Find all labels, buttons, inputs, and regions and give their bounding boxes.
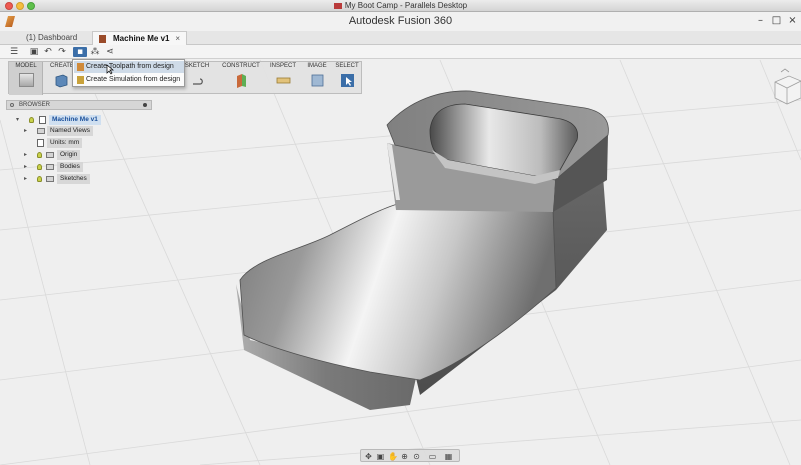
inspect-group[interactable]: INSPECT — [267, 62, 299, 95]
undo-icon[interactable]: ↶ — [42, 47, 54, 57]
expand-icon[interactable]: ▸ — [24, 174, 27, 184]
menu-item-create-simulation[interactable]: Create Simulation from design — [74, 74, 184, 86]
orbit-icon[interactable]: ✥ — [364, 452, 373, 461]
tab-close-button[interactable]: × — [175, 32, 180, 46]
pan-icon[interactable]: ✋ — [388, 452, 398, 461]
workspace-label: MODEL — [15, 63, 37, 69]
collapse-icon[interactable]: ▾ — [16, 115, 19, 125]
box-icon — [55, 74, 68, 88]
cam-dropdown-menu: Create Toolpath from design Create Simul… — [72, 59, 185, 87]
fit-icon[interactable]: ⊙ — [412, 452, 421, 461]
tree-item-units[interactable]: Units: mm — [16, 138, 156, 148]
tree-item-sketches[interactable]: ▸ Sketches — [16, 174, 156, 184]
folder-icon — [46, 164, 54, 170]
maximize-icon[interactable]: □ — [771, 16, 782, 26]
expand-icon[interactable]: ▸ — [24, 162, 27, 172]
folder-icon — [46, 176, 54, 182]
ribbon-toolbar: MODEL CREATE SKETCH CONSTRUCT INSPECT IM… — [8, 61, 362, 95]
pin-icon[interactable] — [10, 103, 14, 107]
units-icon — [37, 139, 44, 147]
app-title: Autodesk Fusion 360 — [348, 15, 453, 27]
mouse-cursor — [106, 64, 114, 75]
app-window: My Boot Camp - Parallels Desktop Autodes… — [0, 0, 801, 465]
visibility-bulb-icon[interactable] — [37, 176, 42, 182]
sketch-group[interactable]: SKETCH — [183, 62, 211, 95]
simulation-icon[interactable]: ⁂ — [89, 47, 101, 57]
visibility-bulb-icon[interactable] — [29, 117, 34, 123]
tab-dashboard[interactable]: (1) Dashboard — [0, 31, 92, 45]
view-cube[interactable] — [769, 68, 801, 110]
plane-icon — [237, 74, 246, 88]
browser-title: BROWSER — [19, 102, 51, 108]
select-group[interactable]: SELECT — [333, 62, 361, 95]
document-icon — [99, 35, 106, 43]
minimize-icon[interactable]: – — [755, 16, 766, 26]
measure-icon — [276, 77, 291, 84]
navigation-bar: ✥ ▣ ✋ ⊕ ⊙ ▭ ▦ — [360, 449, 460, 462]
redo-icon[interactable]: ↷ — [56, 47, 68, 57]
folder-icon — [46, 152, 54, 158]
component-icon — [39, 116, 46, 124]
parallels-icon — [333, 3, 342, 9]
display-settings-icon[interactable]: ▭ — [428, 452, 437, 461]
toolpath-icon — [77, 63, 84, 71]
document-tabs: (1) Dashboard Machine Me v1 × — [0, 31, 801, 45]
menu-icon[interactable]: ☰ — [9, 47, 19, 57]
construct-group[interactable]: CONSTRUCT — [218, 62, 264, 95]
folder-icon — [37, 128, 45, 134]
save-icon[interactable]: ▣ — [29, 47, 39, 57]
sketch-line-icon — [193, 78, 203, 85]
tree-item-named-views[interactable]: ▸ Named Views — [16, 126, 156, 136]
look-at-icon[interactable]: ▣ — [376, 452, 385, 461]
image-icon — [311, 74, 324, 87]
simulation-item-icon — [77, 76, 84, 84]
tree-root[interactable]: ▾ Machine Me v1 — [16, 115, 156, 125]
grid-settings-icon[interactable]: ▦ — [444, 452, 453, 461]
zoom-icon[interactable]: ⊕ — [400, 452, 409, 461]
cam-icon[interactable]: ▪ — [73, 47, 87, 57]
expand-icon[interactable]: ▸ — [24, 126, 27, 136]
select-icon — [341, 74, 354, 87]
menu-item-create-toolpath[interactable]: Create Toolpath from design — [74, 61, 184, 73]
expand-icon[interactable]: ▸ — [24, 150, 27, 160]
os-title-bar: My Boot Camp - Parallels Desktop — [0, 0, 801, 12]
workspace-switcher[interactable]: MODEL — [9, 62, 43, 95]
tree-item-origin[interactable]: ▸ Origin — [16, 150, 156, 160]
share-icon[interactable]: ⋖ — [104, 47, 116, 57]
tree-item-bodies[interactable]: ▸ Bodies — [16, 162, 156, 172]
os-window-title: My Boot Camp - Parallels Desktop — [0, 1, 801, 10]
tab-machine-me[interactable]: Machine Me v1 × — [92, 31, 187, 45]
visibility-bulb-icon[interactable] — [37, 164, 42, 170]
close-icon[interactable]: × — [787, 16, 798, 26]
image-group[interactable]: IMAGE — [303, 62, 331, 95]
app-title-bar: Autodesk Fusion 360 – □ × — [0, 12, 801, 31]
browser-header[interactable]: BROWSER — [6, 100, 152, 110]
visibility-bulb-icon[interactable] — [37, 152, 42, 158]
model-workspace-icon — [19, 73, 34, 87]
quick-access-toolbar: ☰ ▣ ↶ ↷ ▪ ⁂ ⋖ ▤ — [0, 45, 801, 100]
browser-options-icon[interactable] — [143, 103, 147, 107]
